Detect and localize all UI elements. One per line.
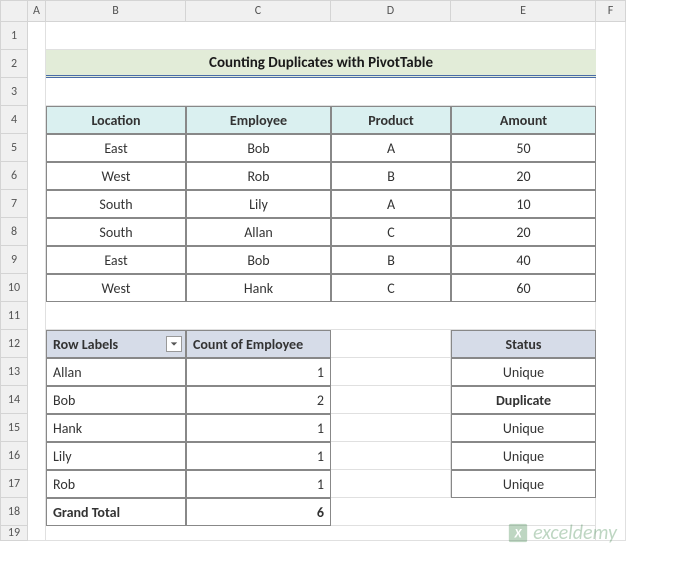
row-header-18[interactable]: 18	[0, 498, 28, 526]
pivot-row-labels-header[interactable]: Row Labels	[46, 330, 186, 358]
col-header-D[interactable]: D	[331, 0, 451, 22]
empty-cell[interactable]	[331, 470, 451, 498]
table-cell[interactable]: 10	[451, 190, 596, 218]
table-cell[interactable]: Rob	[186, 162, 331, 190]
empty-cell[interactable]	[331, 358, 451, 386]
table-cell[interactable]: West	[46, 274, 186, 302]
status-value[interactable]: Unique	[451, 470, 596, 498]
table-cell[interactable]: C	[331, 218, 451, 246]
empty-cell[interactable]	[331, 330, 451, 358]
table-cell[interactable]: Lily	[186, 190, 331, 218]
page-title: Counting Duplicates with PivotTable	[46, 50, 596, 78]
pivot-count-value[interactable]: 2	[186, 386, 331, 414]
empty-row[interactable]	[46, 302, 596, 330]
pivot-count-value[interactable]: 1	[186, 414, 331, 442]
table-header-product[interactable]: Product	[331, 106, 451, 134]
table-cell[interactable]: 40	[451, 246, 596, 274]
row-header-9[interactable]: 9	[0, 246, 28, 274]
pivot-count-value[interactable]: 1	[186, 442, 331, 470]
watermark-text: exceldemy	[533, 521, 617, 545]
table-cell[interactable]: A	[331, 190, 451, 218]
row-header-3[interactable]: 3	[0, 78, 28, 106]
row-header-6[interactable]: 6	[0, 162, 28, 190]
excel-icon: X	[507, 522, 529, 544]
row-header-11[interactable]: 11	[0, 302, 28, 330]
empty-cell[interactable]	[331, 386, 451, 414]
table-header-employee[interactable]: Employee	[186, 106, 331, 134]
table-cell[interactable]: South	[46, 218, 186, 246]
pivot-count-header[interactable]: Count of Employee	[186, 330, 331, 358]
dropdown-icon[interactable]	[166, 336, 182, 352]
table-cell[interactable]: B	[331, 162, 451, 190]
row-header-1[interactable]: 1	[0, 22, 28, 50]
empty-row[interactable]	[46, 22, 596, 50]
table-cell[interactable]: East	[46, 246, 186, 274]
empty-row[interactable]	[46, 78, 596, 106]
table-cell[interactable]: Bob	[186, 134, 331, 162]
col-header-E[interactable]: E	[451, 0, 596, 22]
table-cell[interactable]: B	[331, 246, 451, 274]
pivot-row-label[interactable]: Rob	[46, 470, 186, 498]
empty-cell[interactable]	[331, 442, 451, 470]
pivot-row-labels-text: Row Labels	[53, 336, 118, 353]
col-header-F[interactable]: F	[596, 0, 626, 22]
pivot-row-label[interactable]: Allan	[46, 358, 186, 386]
table-cell[interactable]: Bob	[186, 246, 331, 274]
col-f-cells[interactable]	[596, 22, 626, 541]
row-header-2[interactable]: 2	[0, 50, 28, 78]
pivot-row-label[interactable]: Hank	[46, 414, 186, 442]
row-header-16[interactable]: 16	[0, 442, 28, 470]
select-all-corner[interactable]	[0, 0, 28, 22]
status-value[interactable]: Unique	[451, 358, 596, 386]
pivot-row-label[interactable]: Bob	[46, 386, 186, 414]
col-a-cells[interactable]	[28, 22, 46, 541]
table-cell[interactable]: C	[331, 274, 451, 302]
table-cell[interactable]: A	[331, 134, 451, 162]
col-header-C[interactable]: C	[186, 0, 331, 22]
status-value[interactable]: Unique	[451, 442, 596, 470]
table-cell[interactable]: 60	[451, 274, 596, 302]
svg-text:X: X	[514, 527, 523, 542]
table-header-location[interactable]: Location	[46, 106, 186, 134]
table-cell[interactable]: West	[46, 162, 186, 190]
row-header-19[interactable]: 19	[0, 526, 28, 541]
table-cell[interactable]: 20	[451, 162, 596, 190]
table-cell[interactable]: Allan	[186, 218, 331, 246]
row-header-8[interactable]: 8	[0, 218, 28, 246]
row-header-17[interactable]: 17	[0, 470, 28, 498]
pivot-grand-total-label[interactable]: Grand Total	[46, 498, 186, 526]
row-header-12[interactable]: 12	[0, 330, 28, 358]
pivot-row-label[interactable]: Lily	[46, 442, 186, 470]
table-header-amount[interactable]: Amount	[451, 106, 596, 134]
table-cell[interactable]: Hank	[186, 274, 331, 302]
status-header[interactable]: Status	[451, 330, 596, 358]
table-cell[interactable]: East	[46, 134, 186, 162]
row-header-13[interactable]: 13	[0, 358, 28, 386]
row-header-5[interactable]: 5	[0, 134, 28, 162]
watermark-logo: X exceldemy	[507, 521, 617, 545]
row-header-4[interactable]: 4	[0, 106, 28, 134]
table-cell[interactable]: South	[46, 190, 186, 218]
row-header-7[interactable]: 7	[0, 190, 28, 218]
spreadsheet-grid: A B C D E F 1 2 3 4 5 6 7 8 9 10 11 12 1…	[0, 0, 677, 541]
pivot-count-value[interactable]: 1	[186, 358, 331, 386]
col-header-A[interactable]: A	[28, 0, 46, 22]
empty-cell[interactable]	[331, 414, 451, 442]
row-header-14[interactable]: 14	[0, 386, 28, 414]
row-header-15[interactable]: 15	[0, 414, 28, 442]
status-value[interactable]: Unique	[451, 414, 596, 442]
row-header-10[interactable]: 10	[0, 274, 28, 302]
status-value-duplicate[interactable]: Duplicate	[451, 386, 596, 414]
table-cell[interactable]: 50	[451, 134, 596, 162]
pivot-count-value[interactable]: 1	[186, 470, 331, 498]
pivot-grand-total-value[interactable]: 6	[186, 498, 331, 526]
table-cell[interactable]: 20	[451, 218, 596, 246]
col-header-B[interactable]: B	[46, 0, 186, 22]
